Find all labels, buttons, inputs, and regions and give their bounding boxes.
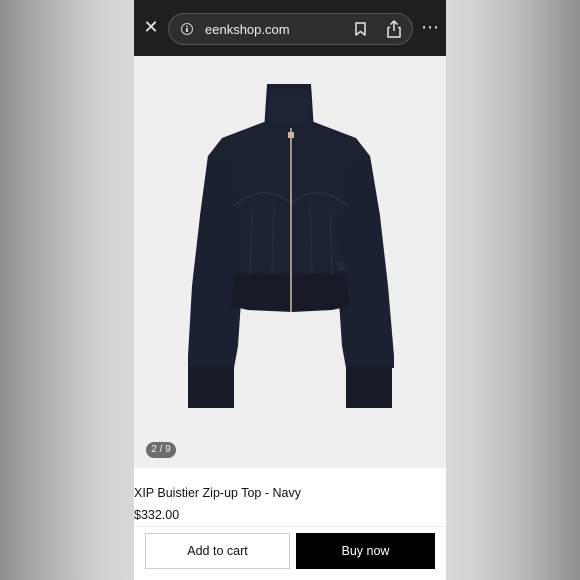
jacket-image: [134, 56, 446, 468]
product-price: $332.00: [134, 508, 180, 522]
share-icon[interactable]: [386, 20, 402, 38]
divider: [134, 526, 446, 527]
address-bar[interactable]: eenkshop.com: [168, 13, 413, 45]
browser-toolbar: ✕ eenkshop.com ⋯: [134, 0, 446, 56]
image-counter-badge: 2 / 9: [146, 442, 176, 458]
more-icon[interactable]: ⋯: [421, 19, 439, 37]
bookmark-icon[interactable]: [355, 22, 366, 36]
add-to-cart-button[interactable]: Add to cart: [145, 533, 290, 569]
url-text: eenkshop.com: [205, 22, 290, 37]
buy-now-button[interactable]: Buy now: [296, 533, 435, 569]
product-title: XIP Buistier Zip-up Top - Navy: [134, 486, 301, 500]
phone-screen: ✕ eenkshop.com ⋯ 2 / 9 XIP Buistier Zip-…: [134, 0, 446, 580]
close-icon[interactable]: ✕: [140, 17, 162, 39]
product-image[interactable]: [134, 56, 446, 468]
info-icon[interactable]: [181, 23, 193, 35]
